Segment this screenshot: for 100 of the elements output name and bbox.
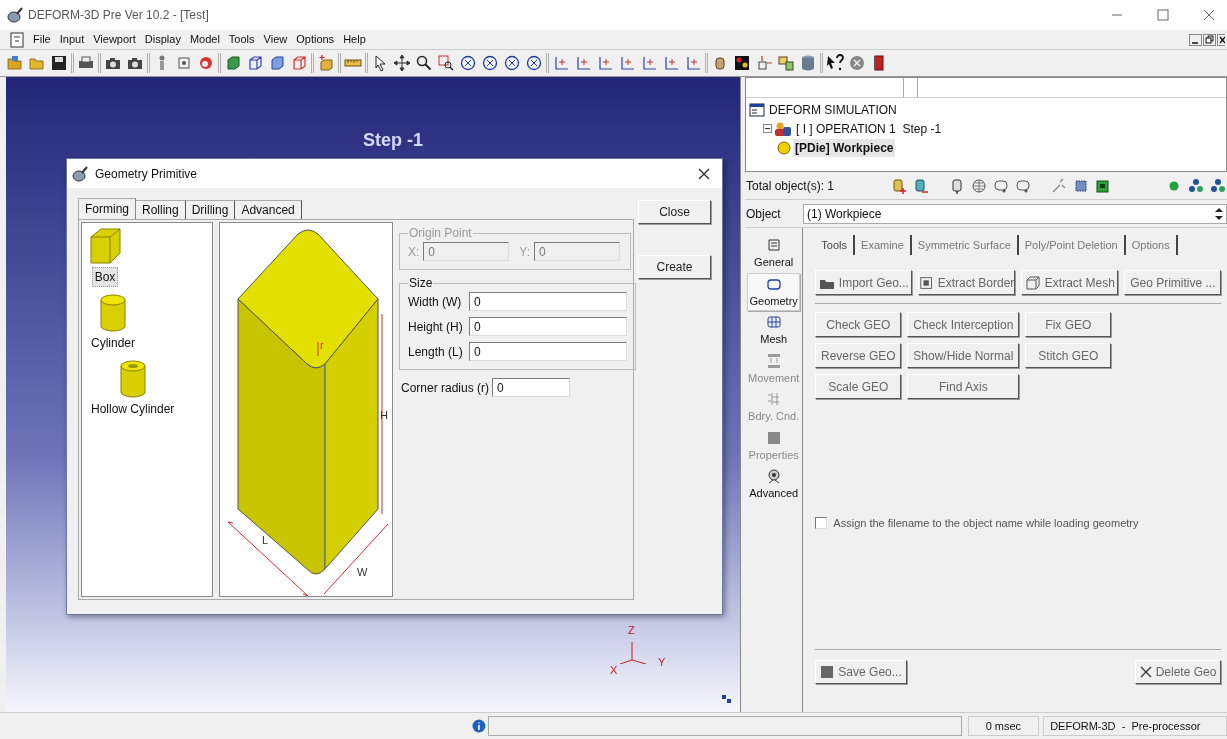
cube-icon[interactable] [317,54,335,72]
geo-button[interactable]: Stitch GEO [1025,343,1112,368]
shape-option[interactable]: Cylinder [88,333,138,353]
nav-item[interactable]: Mesh [747,311,801,350]
restore-icon[interactable] [1203,33,1216,46]
tool-tab[interactable]: Poly/Point Deletion [1018,235,1126,255]
axis-icon[interactable] [574,54,592,72]
axis-icon[interactable] [640,54,658,72]
geo-button[interactable]: Fix GEO [1025,312,1112,337]
maximize-icon[interactable] [1157,9,1169,21]
tool-tab[interactable]: Examine [855,235,912,255]
target-icon[interactable] [175,54,193,72]
grid-icon [764,313,783,331]
zoom-box-icon[interactable] [437,54,455,72]
minimize-icon[interactable] [1189,33,1202,46]
dialog-tab[interactable]: Rolling [136,200,186,219]
menu-item[interactable]: Display [144,31,181,48]
app-icon [6,6,24,24]
axis-icon[interactable] [596,54,614,72]
axis-icon[interactable] [684,54,702,72]
cylinder-remove-icon[interactable] [912,176,930,195]
close-icon[interactable] [1217,33,1225,46]
cylinder-add-icon[interactable] [890,176,908,195]
info-icon[interactable] [471,719,486,733]
cube-icon[interactable] [246,54,264,72]
axis-icon[interactable] [618,54,636,72]
shapes-icon[interactable] [777,54,795,72]
nav-item[interactable]: Advanced [747,465,801,504]
menu-item[interactable]: Model [189,31,220,48]
size-field[interactable]: 0 [469,342,627,361]
dimension-label: L [262,533,269,546]
rotate-icon[interactable] [481,54,499,72]
color-square-icon[interactable] [733,54,751,72]
geo-button[interactable]: Scale GEO [815,374,902,399]
menu-item[interactable]: Options [296,31,335,48]
tool-button[interactable]: Extract Border [918,270,1016,295]
tool-button[interactable]: Import Geo... [815,270,913,295]
wrench-icon[interactable] [1050,176,1068,195]
rotate-icon[interactable] [503,54,521,72]
radius-field[interactable]: 0 [492,378,571,397]
floppy-icon[interactable] [50,54,68,72]
search-icon[interactable] [415,54,433,72]
menu-item[interactable]: File [33,31,51,48]
size-field[interactable]: 0 [469,317,627,336]
tool-tab[interactable]: Options [1125,235,1178,255]
tool-tab[interactable]: Symmetric Surface [911,235,1019,255]
dialog-tab[interactable]: Drilling [185,200,236,219]
geo-file-button[interactable]: Delete Geo [1134,660,1222,684]
shape-option[interactable]: Hollow Cylinder [88,399,178,419]
menu-item[interactable]: Input [59,31,85,48]
tool-button[interactable]: Geo Primitive ... [1124,270,1222,295]
dialog-button[interactable]: Close [638,200,711,224]
nav-item[interactable]: General [747,234,801,273]
tool-button[interactable]: Extract Mesh [1021,270,1119,295]
tree-item[interactable]: [PDie] Workpiece [793,138,896,157]
geo-button[interactable]: Check GEO [815,312,902,337]
cluster-icon[interactable] [1187,176,1205,195]
document-icon[interactable] [10,31,24,48]
rotate-icon[interactable] [525,54,543,72]
cube-icon[interactable] [224,54,242,72]
geo-button[interactable]: Check Interception [907,312,1020,337]
cube-icon[interactable] [290,54,308,72]
border-icon [919,274,934,291]
geo-button[interactable]: Find Axis [907,374,1020,399]
geo-file-button[interactable]: Save Geo... [815,660,907,684]
square-icon [820,665,835,679]
object-dropdown[interactable]: (1) Workpiece [803,203,1227,224]
field-label: X: [408,243,420,261]
nav-item[interactable]: Geometry [747,272,801,311]
circle-icon [777,140,791,155]
checkbox[interactable] [815,516,828,529]
menu-item[interactable]: Viewport [93,31,136,48]
shape-option[interactable]: Box [91,267,119,287]
close-icon[interactable] [698,167,710,180]
resize-icon[interactable] [720,693,732,705]
folder-icon[interactable] [6,54,24,72]
menu-item[interactable]: Tools [228,31,255,48]
help-pointer-icon[interactable] [826,54,844,72]
geo-button[interactable]: Show/Hide Normal [907,343,1020,368]
size-field[interactable]: 0 [469,292,627,311]
geo-button[interactable]: Reverse GEO [815,343,902,368]
move-icon[interactable] [393,54,411,72]
dialog-tab[interactable]: Advanced [235,200,302,219]
tree-item[interactable]: [ I ] OPERATION 1 Step -1 [794,119,944,138]
database-icon[interactable] [799,54,817,72]
rotate-icon[interactable] [459,54,477,72]
spinner-icon[interactable] [1215,206,1223,221]
tree-item[interactable]: DEFORM SIMULATION [767,100,899,119]
status-mode: DEFORM-3D - Pre-processor [1043,716,1227,736]
dialog-button[interactable]: Create [638,255,711,279]
dialog-tab[interactable]: Forming [78,198,136,219]
menu-item[interactable]: Help [343,31,366,48]
axis-icon[interactable] [552,54,570,72]
menu-item[interactable]: View [263,31,288,48]
axis-icon[interactable] [662,54,680,72]
mesh-icon[interactable] [970,176,988,195]
cube-icon[interactable] [268,54,286,72]
collapse-toggle[interactable] [763,124,772,133]
cluster-icon[interactable] [1209,176,1227,195]
axis-label: Y [658,655,666,670]
